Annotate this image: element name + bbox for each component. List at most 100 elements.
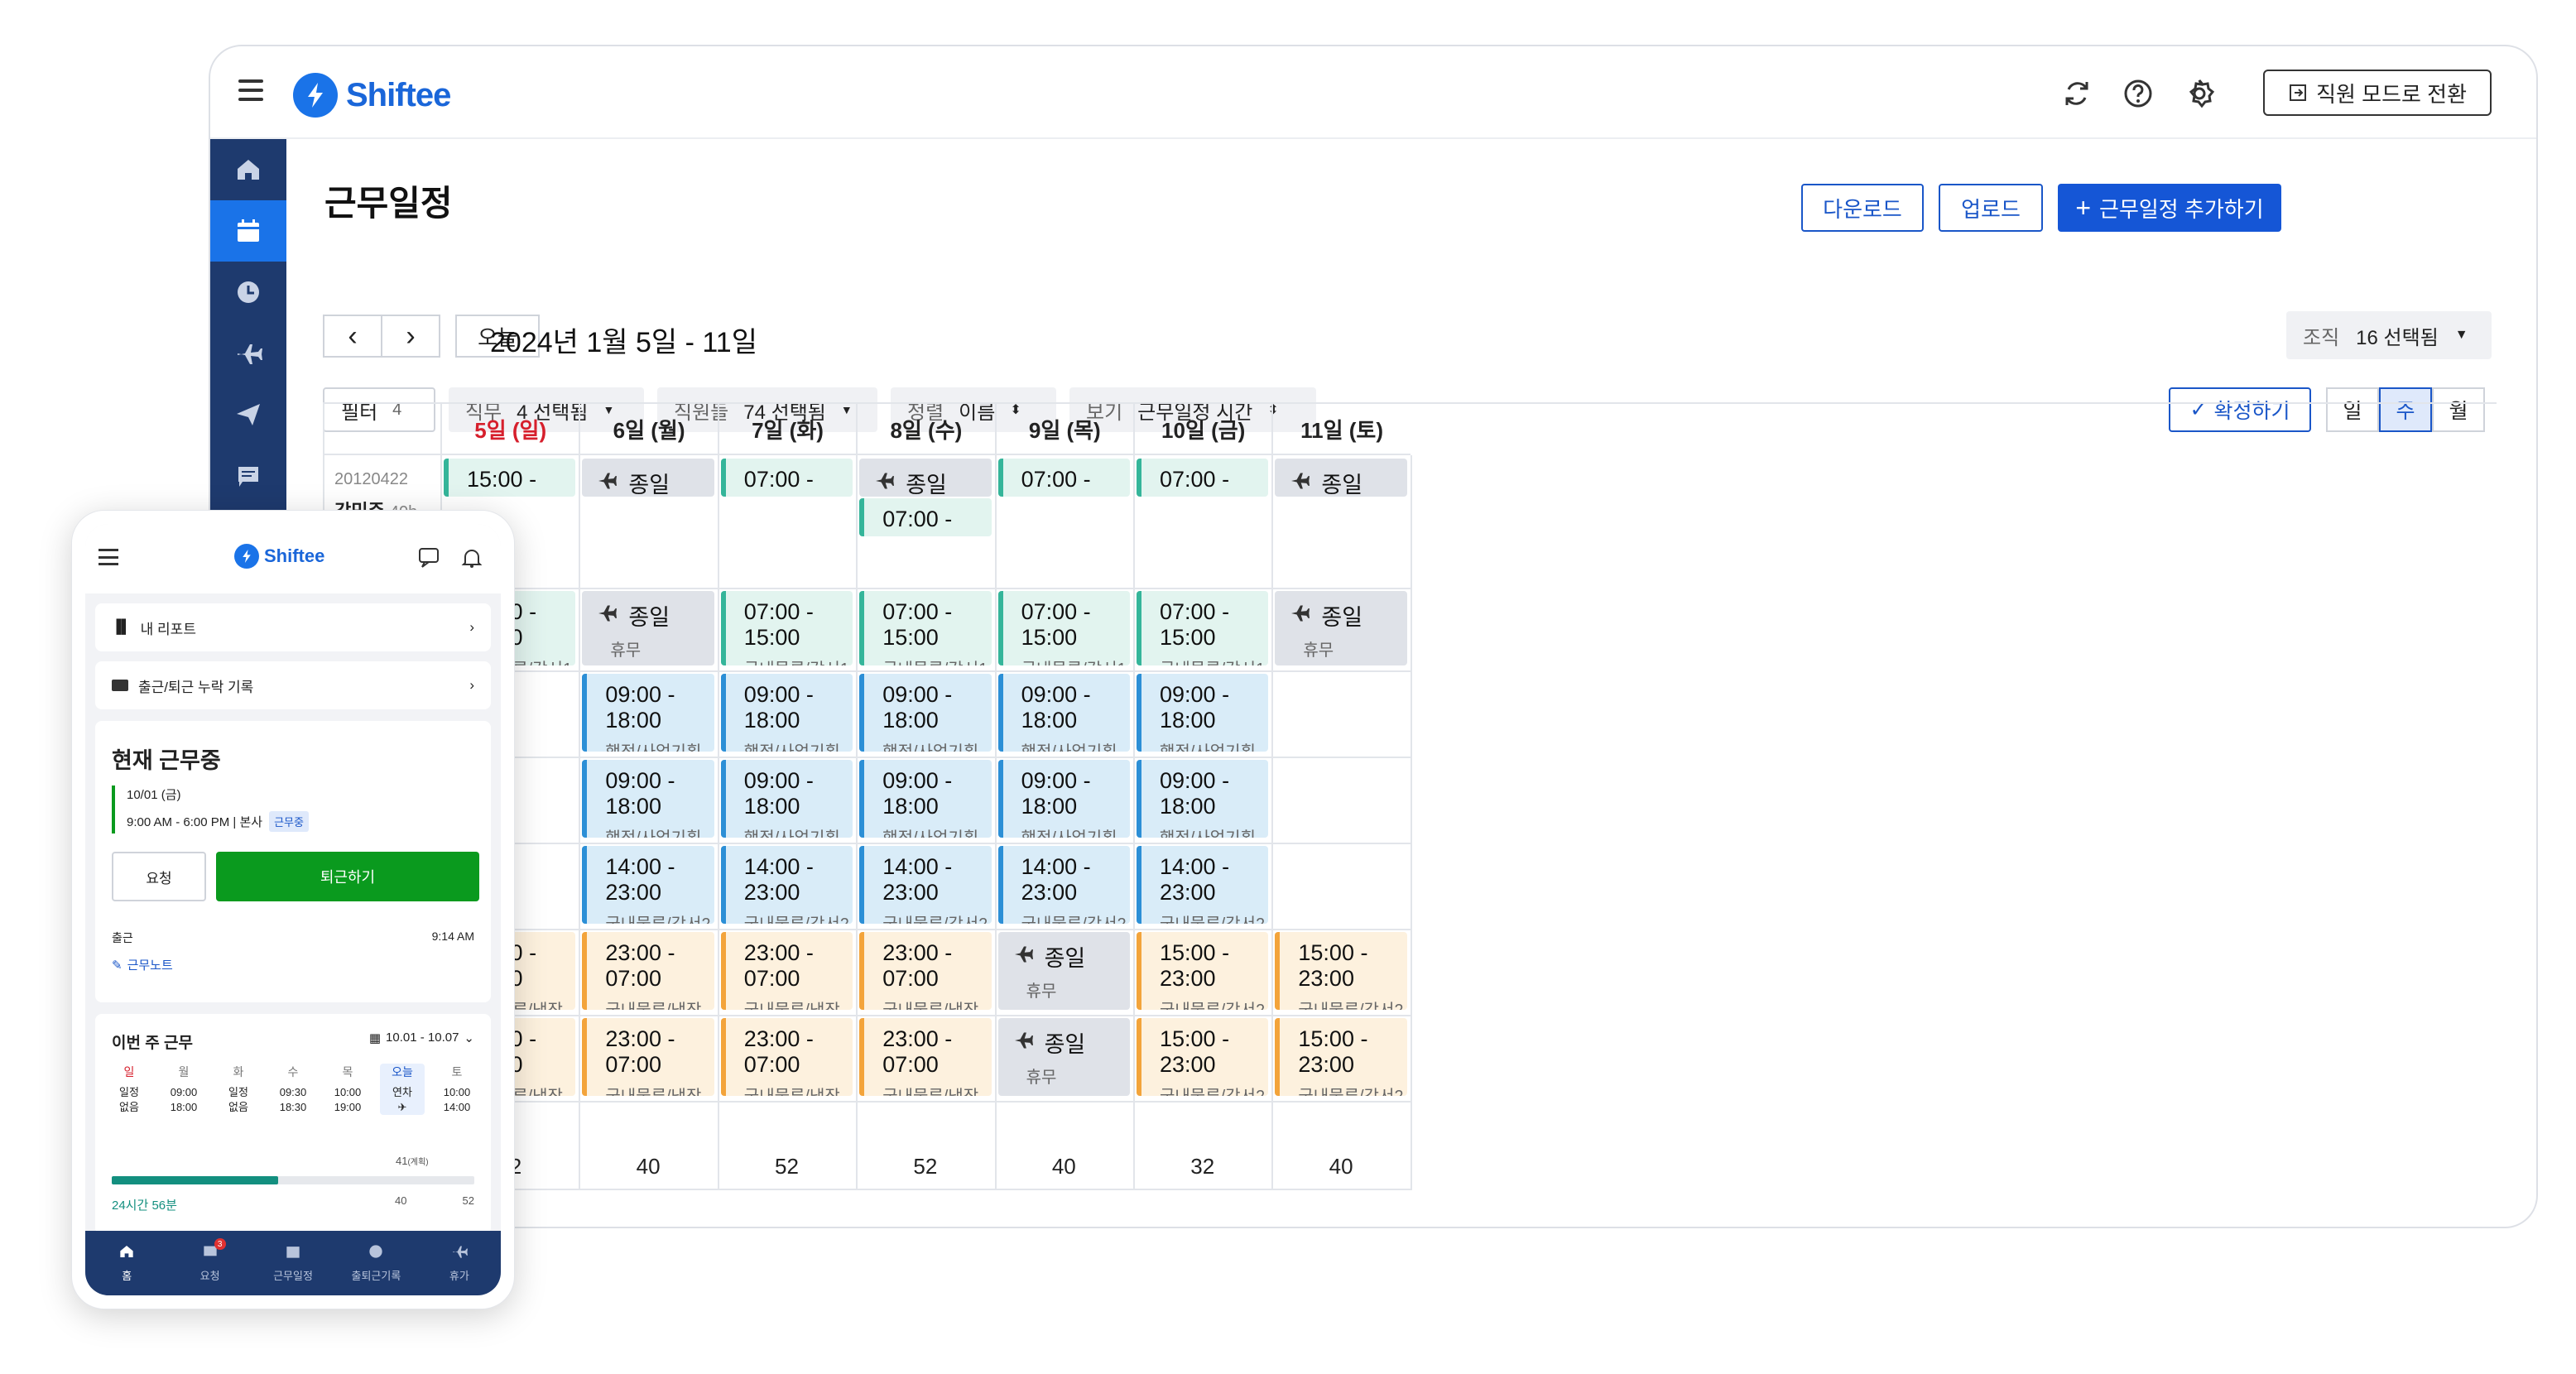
shift-time: 09:00 - 18:00 — [605, 768, 714, 819]
shift-block[interactable]: 07:00 - 15:00 국내물류/강서1센터 — [1137, 591, 1269, 665]
add-schedule-button[interactable]: + 근무일정 추가하기 — [2058, 184, 2281, 232]
bell-icon[interactable] — [461, 547, 483, 573]
shift-block[interactable]: 09:00 - 18:00 행정/사업기획부 — [582, 760, 714, 838]
shift-block[interactable]: 09:00 - 18:00 행정/사업기획부 — [859, 760, 992, 838]
bottom-nav-item[interactable]: 3 요청 — [168, 1231, 251, 1295]
week-day[interactable]: 일 일정 없음 — [107, 1064, 151, 1115]
day-header[interactable]: 10일 (금) — [1133, 404, 1272, 455]
shift-time-text: 23:00 - 07:00 — [605, 1026, 675, 1077]
shift-block[interactable]: 23:00 - 07:00 국내물류/냉장운송 — [859, 1018, 992, 1096]
shift-block[interactable]: 15:00 - 23:00국내물류/강서2센터 — [1137, 1018, 1269, 1096]
refresh-icon[interactable] — [2061, 78, 2093, 109]
shift-block[interactable]: 14:00 - 23:00 국내물류/강서2센터 — [859, 846, 992, 924]
upload-button[interactable]: 업로드 — [1939, 184, 2043, 232]
app-logo[interactable]: Shiftee — [293, 73, 451, 118]
day-off-block[interactable]: 종일휴무 — [582, 591, 714, 665]
work-note-link[interactable]: ✎ 근무노트 — [112, 956, 173, 973]
shift-block[interactable]: 23:00 - 07:00 국내물류/냉장운송 — [859, 932, 992, 1010]
week-day[interactable]: 월 09:00 18:00 — [161, 1064, 206, 1115]
shift-block[interactable]: 09:00 - 18:00 행정/사업기획부 — [720, 760, 853, 838]
shift-block[interactable]: 15:00 - 23:00국내물류/강서2센터 — [1275, 932, 1407, 1010]
day-header[interactable]: 8일 (수) — [856, 404, 995, 455]
week-day-label: 수 — [287, 1065, 299, 1079]
org-select[interactable]: 조직 16 선택됨 ▼ — [2286, 311, 2492, 359]
day-off-block[interactable]: 종일휴무 — [1275, 591, 1407, 665]
shift-time: 07:00 - 15:00 — [1160, 467, 1268, 497]
home-icon[interactable] — [210, 139, 286, 200]
shift-block[interactable]: 23:00 - 07:00 국내물류/냉장운송 — [720, 932, 853, 1010]
add-schedule-label: 근무일정 추가하기 — [2099, 196, 2264, 222]
mobile-menu-icon[interactable] — [99, 549, 118, 565]
bottom-nav-item[interactable]: 홈 — [85, 1231, 168, 1295]
next-week-button[interactable]: › — [381, 315, 440, 358]
calendar-icon[interactable] — [210, 200, 286, 262]
shift-location: 행정/사업기획부 — [1021, 824, 1130, 838]
bottom-nav-item[interactable]: 출퇴근기록 — [334, 1231, 417, 1295]
report-icon[interactable] — [210, 445, 286, 507]
day-header[interactable]: 6일 (월) — [579, 404, 718, 455]
day-header[interactable]: 9일 (목) — [994, 404, 1133, 455]
shift-block[interactable]: 07:00 - 15:00국내물류/강서2센터 — [1137, 459, 1269, 497]
shift-time: 종일 — [1290, 599, 1406, 632]
airplane-icon[interactable] — [210, 323, 286, 384]
shift-block[interactable]: 09:00 - 18:00 행정/사업기획부 — [720, 674, 853, 752]
shift-time: 14:00 - 23:00 — [1021, 854, 1130, 906]
shift-block[interactable]: 14:00 - 23:00 국내물류/강서2센터 — [997, 846, 1130, 924]
day-off-block[interactable]: 종일휴무 — [1275, 459, 1407, 497]
week-range-select[interactable]: ▦ 10.01 - 10.07 ⌄ — [369, 1030, 474, 1045]
bottom-nav-item[interactable]: 휴가 — [418, 1231, 501, 1295]
chat-icon[interactable] — [418, 547, 441, 573]
day-header[interactable]: 5일 (일) — [440, 404, 579, 455]
shift-block[interactable]: 07:00 - 15:00 국내물류/강서1센터 — [720, 591, 853, 665]
week-day[interactable]: 화 일정 없음 — [216, 1064, 261, 1115]
bottom-nav-item[interactable]: 근무일정 — [252, 1231, 334, 1295]
shift-block[interactable]: 09:00 - 18:00 행정/사업기획부 — [582, 674, 714, 752]
day-header[interactable]: 11일 (토) — [1271, 404, 1411, 455]
shift-block[interactable]: 07:00 - 15:00국내물류/강서2센터 — [997, 459, 1130, 497]
day-off-block[interactable]: 종일연차휴가 (8h) — [859, 459, 992, 497]
settings-icon[interactable] — [2184, 78, 2215, 109]
week-day[interactable]: 수 09:30 18:30 — [271, 1064, 315, 1115]
missing-record-item[interactable]: 출근/퇴근 누락 기록 › — [95, 661, 491, 709]
shift-block[interactable]: 09:00 - 18:00 행정/사업기획부 — [859, 674, 992, 752]
mobile-app-name: Shiftee — [264, 545, 325, 566]
download-button[interactable]: 다운로드 — [1801, 184, 1924, 232]
shift-block[interactable]: 07:00 - 15:00 국내물류/강서1센터 — [859, 591, 992, 665]
prev-week-button[interactable]: ‹ — [323, 315, 382, 358]
shift-block[interactable]: 15:00 - 23:00국내물류/강서2센터 — [1137, 932, 1269, 1010]
menu-icon[interactable] — [238, 79, 263, 101]
shift-block[interactable]: 23:00 - 07:00 국내물류/냉장운송 — [582, 932, 714, 1010]
clock-icon[interactable] — [210, 262, 286, 323]
request-button[interactable]: 요청 — [112, 852, 206, 901]
shift-block[interactable]: 14:00 - 23:00 국내물류/강서2센터 — [720, 846, 853, 924]
switch-mode-button[interactable]: 직원 모드로 전환 — [2263, 70, 2492, 116]
shift-block[interactable]: 15:00 - 23:00국내물류/강서2센터 — [444, 459, 576, 497]
shift-block[interactable]: 09:00 - 18:00 행정/사업기획부 — [1137, 674, 1269, 752]
shift-block[interactable]: 09:00 - 18:00 행정/사업기획부 — [997, 674, 1130, 752]
shift-block[interactable]: 23:00 - 07:00 국내물류/냉장운송 — [582, 1018, 714, 1096]
day-off-block[interactable]: 종일휴무 — [997, 1018, 1130, 1096]
shift-block[interactable]: 14:00 - 23:00 국내물류/강서2센터 — [582, 846, 714, 924]
shift-time-text: 07:00 - 15:00 — [743, 467, 814, 497]
shift-block[interactable]: 23:00 - 07:00 국내물류/냉장운송 — [720, 1018, 853, 1096]
hours-mark-40: 40 — [395, 1194, 407, 1207]
shift-block[interactable]: 07:00 - 15:00 국내물류/강서1센터 — [997, 591, 1130, 665]
send-icon[interactable] — [210, 384, 286, 445]
help-icon[interactable] — [2122, 78, 2154, 109]
week-day[interactable]: 토 10:00 14:00 — [435, 1064, 479, 1115]
shift-block[interactable]: 14:00 - 23:00 국내물류/강서2센터 — [1137, 846, 1269, 924]
shift-block[interactable]: 07:00 - 15:00국내물류/강서2센터 — [859, 498, 992, 536]
shift-time-text: 종일 — [1321, 605, 1363, 630]
week-day[interactable]: 오늘 연차 ✈ — [380, 1064, 425, 1115]
shift-block[interactable]: 09:00 - 18:00 행정/사업기획부 — [997, 760, 1130, 838]
shift-block[interactable]: 15:00 - 23:00국내물류/강서2센터 — [1275, 1018, 1407, 1096]
shift-block[interactable]: 09:00 - 18:00 행정/사업기획부 — [1137, 760, 1269, 838]
clock-out-button[interactable]: 퇴근하기 — [216, 852, 479, 901]
week-day[interactable]: 목 10:00 19:00 — [325, 1064, 370, 1115]
day-header[interactable]: 7일 (화) — [717, 404, 857, 455]
day-off-block[interactable]: 종일휴무 — [997, 932, 1130, 1010]
my-report-item[interactable]: ▐▌ 내 리포트 › — [95, 603, 491, 651]
shift-time-text: 09:00 - 18:00 — [882, 768, 953, 819]
shift-block[interactable]: 07:00 - 15:00국내물류/강서2센터 — [720, 459, 853, 497]
day-off-block[interactable]: 종일휴무 — [582, 459, 714, 497]
